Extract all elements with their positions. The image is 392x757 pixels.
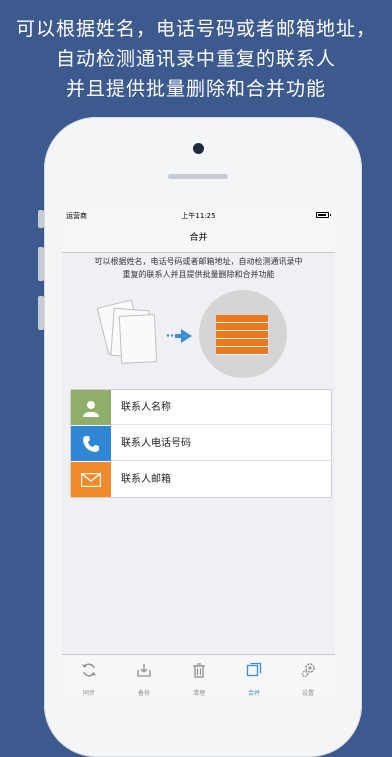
- tab-merge[interactable]: 合并: [227, 655, 281, 696]
- description-line-1: 可以根据姓名，电话号码或者邮箱地址，自动检测通讯录中: [94, 257, 303, 266]
- nav-title: 合并: [189, 233, 208, 243]
- backup-icon: [137, 664, 151, 677]
- tab-backup[interactable]: 备份: [117, 655, 171, 696]
- merge-description: 可以根据姓名，电话号码或者邮箱地址，自动检测通讯录中 重复的联系人并且提供批量删…: [66, 255, 331, 281]
- tab-settings-label: 设置: [301, 690, 314, 696]
- promo-headline: 可以根据姓名，电话号码或者邮箱地址， 自动检测通讯录中重复的联系人 并且提供批量…: [0, 14, 392, 104]
- mute-switch: [38, 210, 44, 228]
- earpiece-speaker: [168, 174, 228, 179]
- tab-sync-label: 同步: [82, 690, 95, 696]
- merge-by-email-row[interactable]: 联系人邮箱: [71, 462, 331, 497]
- stack-layer: [216, 315, 268, 322]
- merged-stack-illustration: [199, 290, 287, 378]
- merge-option-list: 联系人名称 联系人电话号码 联系人邮箱: [70, 389, 332, 498]
- stack-layer: [216, 323, 268, 330]
- gear-icon: [301, 663, 315, 678]
- tab-clean[interactable]: 清理: [172, 655, 226, 696]
- headline-line-2: 自动检测通讯录中重复的联系人: [55, 48, 336, 70]
- merge-by-email-label: 联系人邮箱: [121, 474, 171, 485]
- description-line-2: 重复的联系人并且提供批量删除和合并功能: [122, 270, 275, 279]
- phone-icon: [71, 426, 111, 461]
- tab-backup-label: 备份: [137, 690, 150, 696]
- stack-layer: [216, 347, 268, 354]
- headline-line-3: 并且提供批量删除和合并功能: [65, 78, 326, 100]
- tab-bar: 同步 备份 清理 合并 设置: [62, 654, 335, 696]
- app-screen: 运营商 上午11:25 合并 可以根据姓名，电话号码或者邮箱地址，自动检测通讯录…: [62, 207, 335, 696]
- status-time: 上午11:25: [181, 212, 216, 220]
- sync-icon: [82, 663, 96, 677]
- headline-line-1: 可以根据姓名，电话号码或者邮箱地址，: [15, 18, 376, 40]
- merge-by-name-label: 联系人名称: [121, 402, 171, 413]
- tab-clean-label: 清理: [192, 690, 205, 696]
- person-icon: [71, 390, 111, 425]
- front-camera: [193, 143, 204, 154]
- document-sheet: [118, 314, 158, 364]
- arrow-right-icon: [166, 326, 196, 346]
- stack-layer: [216, 331, 268, 338]
- tab-settings[interactable]: 设置: [281, 655, 335, 696]
- merge-by-name-row[interactable]: 联系人名称: [71, 390, 331, 425]
- stack-layer: [216, 339, 268, 346]
- battery-icon: [316, 212, 331, 218]
- nav-bar: 合并: [62, 225, 335, 253]
- tab-sync[interactable]: 同步: [62, 655, 116, 696]
- volume-down-button: [38, 296, 44, 330]
- tab-merge-label: 合并: [247, 690, 260, 696]
- merge-by-phone-label: 联系人电话号码: [121, 438, 191, 449]
- volume-up-button: [38, 247, 44, 281]
- merge-by-phone-row[interactable]: 联系人电话号码: [71, 426, 331, 461]
- status-bar: 运营商 上午11:25: [62, 207, 335, 225]
- documents-illustration: [96, 299, 160, 367]
- merge-icon: [246, 662, 262, 677]
- trash-icon: [193, 663, 205, 678]
- mail-icon: [71, 462, 111, 497]
